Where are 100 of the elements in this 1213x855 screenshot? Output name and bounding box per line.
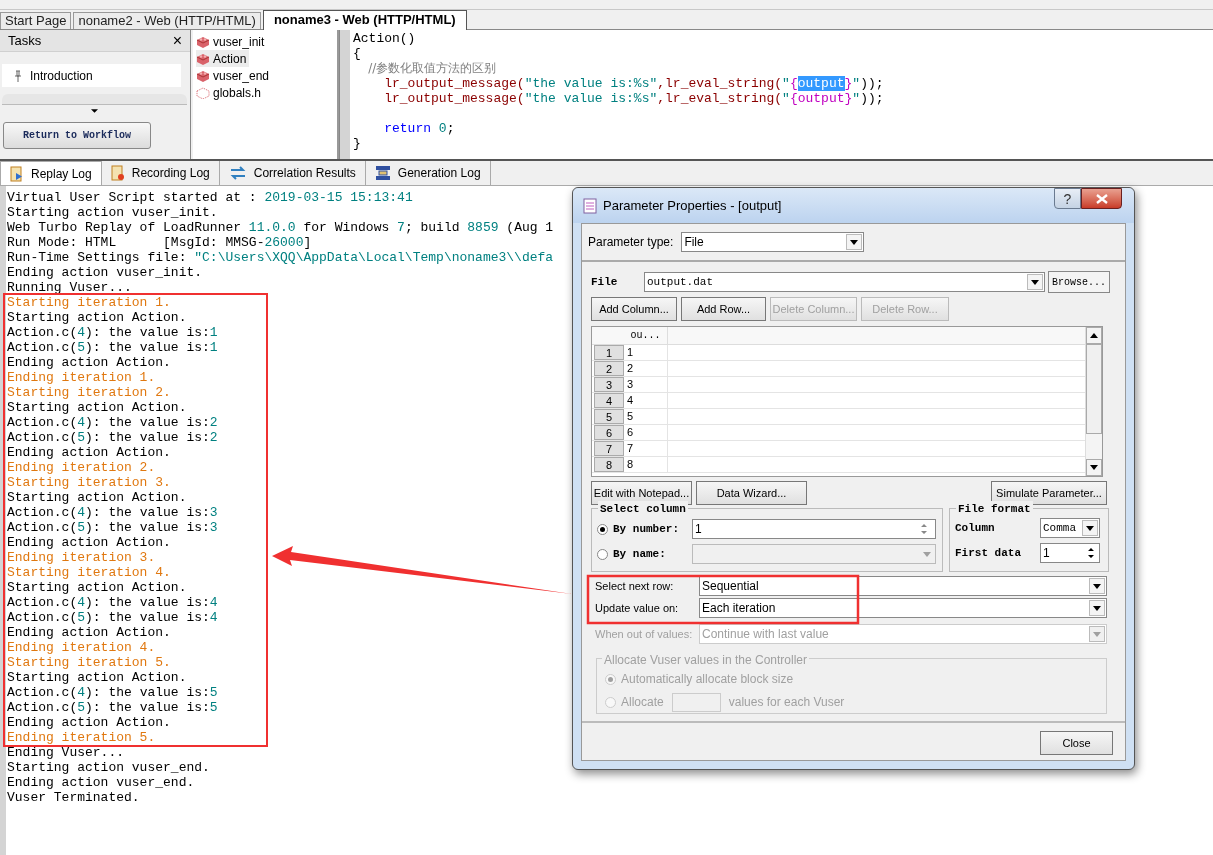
log-line: Starting action vuser_init.	[7, 205, 218, 220]
help-button[interactable]: ?	[1054, 188, 1081, 209]
document-tab[interactable]: noname2 - Web (HTTP/HTML)	[73, 12, 261, 29]
document-tab[interactable]: Start Page	[0, 12, 72, 29]
tree-item[interactable]: Action	[196, 50, 250, 67]
code-line: lr_output_message("the value is:%s",lr_eval_string("{output}"));	[383, 91, 884, 106]
log-line: Starting iteration 2.	[7, 385, 171, 400]
log-line: Ending action vuser_init.	[7, 265, 203, 280]
close-button[interactable]	[1081, 188, 1122, 209]
log-line: Action.c(4): the value is:1	[7, 325, 218, 340]
log-line: Action.c(5): the value is:5	[7, 700, 218, 715]
task-item[interactable]: Introduction	[2, 64, 181, 87]
log-line: Ending action Action.	[7, 535, 171, 550]
log-line: Action.c(5): the value is:1	[7, 340, 218, 355]
caret-icon	[1093, 631, 1101, 637]
outline-brick-icon	[196, 86, 210, 99]
log-line: Starting action Action.	[7, 670, 187, 685]
log-tab[interactable]: Generation Log	[365, 161, 491, 185]
caret-icon	[1031, 279, 1039, 285]
log-line: Action.c(4): the value is:4	[7, 595, 218, 610]
code-line: return 0;	[383, 121, 455, 136]
log-line: Ending action Action.	[7, 715, 171, 730]
log-line: Ending iteration 4.	[7, 640, 156, 655]
field-label: values for each Vuser	[728, 694, 845, 711]
record-icon	[110, 165, 125, 181]
pin-icon	[14, 69, 22, 82]
log-line: Action.c(4): the value is:2	[7, 415, 218, 430]
log-tab[interactable]: Replay Log	[0, 161, 102, 186]
log-line: Ending iteration 5.	[7, 730, 156, 745]
log-line: Action.c(5): the value is:4	[7, 610, 218, 625]
browse-button[interactable]: Browse...	[1048, 271, 1110, 293]
close-button[interactable]: ×	[172, 32, 182, 49]
table-cell: 1	[624, 345, 668, 360]
dropdown[interactable]: Sequential	[699, 576, 1107, 596]
parameter-type-dropdown[interactable]: File	[681, 232, 865, 252]
log-line: Ending action vuser_end.	[7, 775, 195, 790]
row-header: 2	[594, 361, 624, 376]
field-label: Parameter type:	[588, 234, 674, 251]
field-label: When out of values:	[595, 626, 694, 642]
column-dropdown[interactable]: Comma	[1040, 518, 1100, 538]
return-to-workflow-button[interactable]: Return to Workflow	[3, 122, 151, 149]
log-line: Starting iteration 5.	[7, 655, 171, 670]
tree-item[interactable]: globals.h	[196, 84, 265, 101]
log-line: Ending action Action.	[7, 445, 171, 460]
row-header: 1	[594, 345, 624, 360]
caret-icon	[1093, 605, 1101, 611]
log-line: Ending action Action.	[7, 625, 171, 640]
tree-item[interactable]: vuser_end	[196, 67, 273, 84]
stack-icon	[374, 165, 391, 181]
close-icon	[1095, 193, 1108, 204]
row-header: 8	[594, 457, 624, 472]
button[interactable]: Data Wizard...	[696, 481, 807, 505]
row-header: 4	[594, 393, 624, 408]
log-line: Ending iteration 1.	[7, 370, 156, 385]
path-dropdown[interactable]: output.dat	[644, 272, 1045, 292]
dropdown[interactable]: Each iteration	[699, 598, 1107, 618]
log-line: Ending action Action.	[7, 355, 171, 370]
tree-item[interactable]: vuser_init	[196, 33, 268, 50]
field-label: First data	[955, 545, 1022, 561]
field-label: Update value on:	[595, 600, 680, 616]
table-cell: 7	[624, 441, 668, 456]
button[interactable]: Close	[1040, 731, 1113, 755]
button[interactable]: Add Column...	[591, 297, 677, 321]
radio-button[interactable]: By number:	[597, 520, 692, 538]
log-line: Starting action Action.	[7, 580, 187, 595]
log-line: Running Vuser...	[7, 280, 132, 295]
log-line: Action.c(5): the value is:3	[7, 520, 218, 535]
log-line: Starting action vuser_end.	[7, 760, 210, 775]
button[interactable]: Add Row...	[681, 297, 766, 321]
log-line: Action.c(5): the value is:2	[7, 430, 218, 445]
scroll-down-icon	[1090, 465, 1098, 470]
table-cell: 8	[624, 457, 668, 472]
brick-icon	[196, 69, 210, 82]
log-line: Starting iteration 4.	[7, 565, 171, 580]
log-tab[interactable]: Recording Log	[101, 161, 220, 185]
scroll-up-icon	[1090, 333, 1098, 338]
log-line: Ending Vuser...	[7, 745, 125, 760]
number-field[interactable]: 1	[692, 519, 936, 539]
brick-icon	[196, 52, 210, 65]
scroll-thumb[interactable]	[1086, 344, 1102, 434]
scroll-down-icon	[91, 108, 98, 113]
button[interactable]: Simulate Parameter...	[991, 481, 1107, 505]
code-line: {	[353, 46, 361, 61]
document-icon	[583, 197, 597, 214]
log-line: Starting action Action.	[7, 490, 187, 505]
table-cell: 2	[624, 361, 668, 376]
log-line: Ending iteration 3.	[7, 550, 156, 565]
replay-icon	[10, 165, 24, 182]
swap-arrows-icon	[228, 166, 247, 180]
log-tab[interactable]: Correlation Results	[219, 161, 366, 185]
dialog-title: Parameter Properties - [output]	[603, 196, 783, 215]
caret-icon	[1093, 583, 1101, 589]
document-tab[interactable]: noname3 - Web (HTTP/HTML)	[262, 10, 467, 30]
table-cell: 3	[624, 377, 668, 392]
log-line: Virtual User Script started at : 2019-03-15 15:13:41	[7, 190, 413, 205]
code-line: //参数化取值方法的区别	[367, 61, 497, 76]
row-header: 3	[594, 377, 624, 392]
spin-field[interactable]: 1	[1040, 543, 1100, 563]
caret-icon	[1086, 525, 1094, 531]
log-line: Run-Time Settings file: "C:\Users\XQQ\AppData\Local\Temp\noname3\\defa	[7, 250, 554, 265]
